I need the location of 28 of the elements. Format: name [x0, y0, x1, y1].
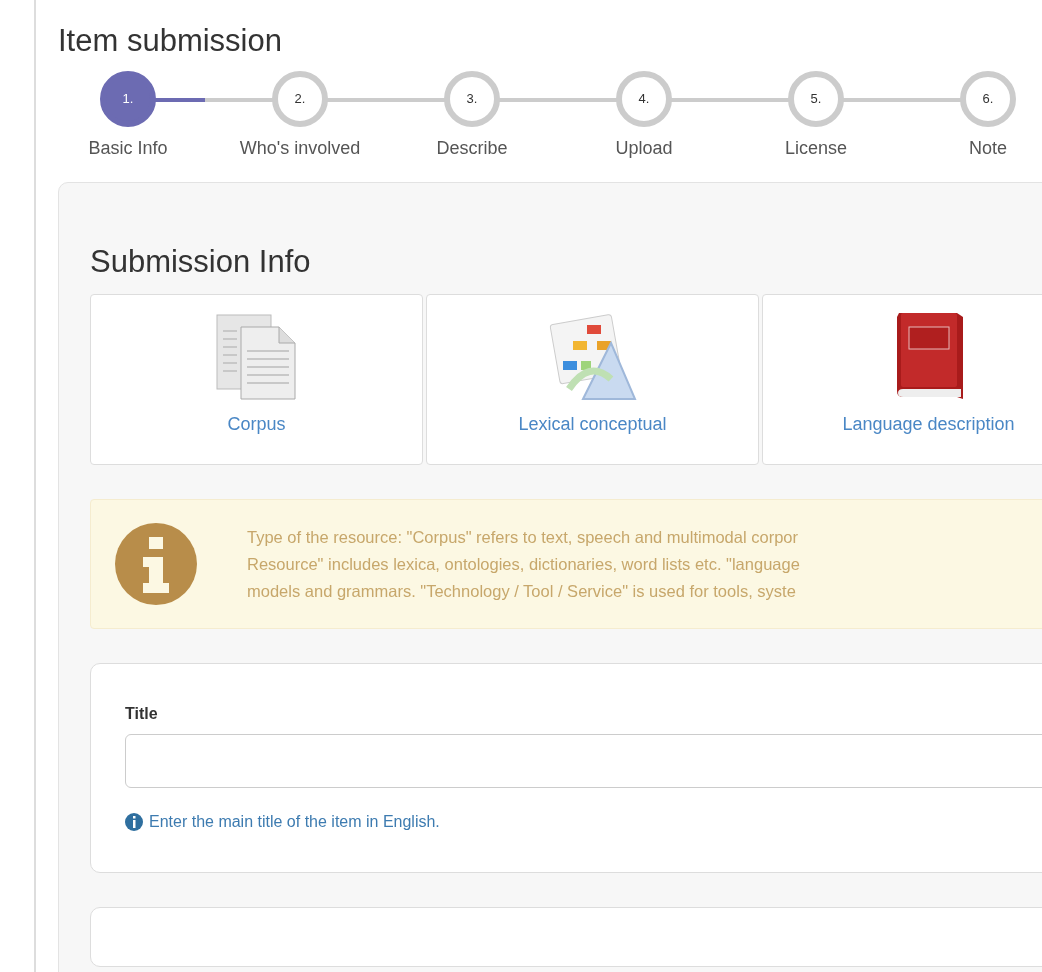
- resource-type-card[interactable]: Language description: [762, 294, 1042, 466]
- info-icon: [115, 523, 197, 606]
- step-label: License: [784, 137, 847, 161]
- resource-type-link[interactable]: Language description: [842, 411, 1015, 439]
- step-circle[interactable]: 2.: [272, 71, 328, 128]
- help-text: Enter the main title of the item in English.: [149, 812, 440, 833]
- step-circle[interactable]: 6.: [960, 71, 1016, 128]
- info-text-line: Type of the resource: "Corpus" refers to text, speech and multimodal corpor: [247, 526, 799, 548]
- step-circle[interactable]: 5.: [788, 71, 844, 128]
- info-text-line: models and grammars. "Technology / Tool / Service" is used for tools, syste: [247, 580, 797, 602]
- step-label: Note: [969, 137, 1007, 161]
- resource-type-card[interactable]: Lexical conceptual: [426, 294, 759, 466]
- page-title: Item submission: [58, 22, 283, 60]
- step-circle[interactable]: 1.: [100, 71, 156, 128]
- section-title: Submission Info: [90, 243, 312, 281]
- step-circle[interactable]: 4.: [616, 71, 672, 128]
- info-text-line: Resource" includes lexica, ontologies, dictionaries, word lists etc. "language: [247, 553, 800, 575]
- step-label: Basic Info: [88, 137, 168, 161]
- step-circle[interactable]: 3.: [444, 71, 500, 128]
- resource-type-link[interactable]: Lexical conceptual: [518, 411, 667, 439]
- resource-type-link[interactable]: Corpus: [227, 411, 286, 439]
- resource-type-card[interactable]: Corpus: [90, 294, 423, 466]
- info-icon: [125, 813, 143, 832]
- step-label: Who's involved: [239, 137, 361, 161]
- step-label: Describe: [436, 137, 508, 161]
- step-label: Upload: [615, 137, 673, 161]
- field-label: Title: [125, 704, 159, 725]
- title-input-field[interactable]: [125, 734, 1042, 789]
